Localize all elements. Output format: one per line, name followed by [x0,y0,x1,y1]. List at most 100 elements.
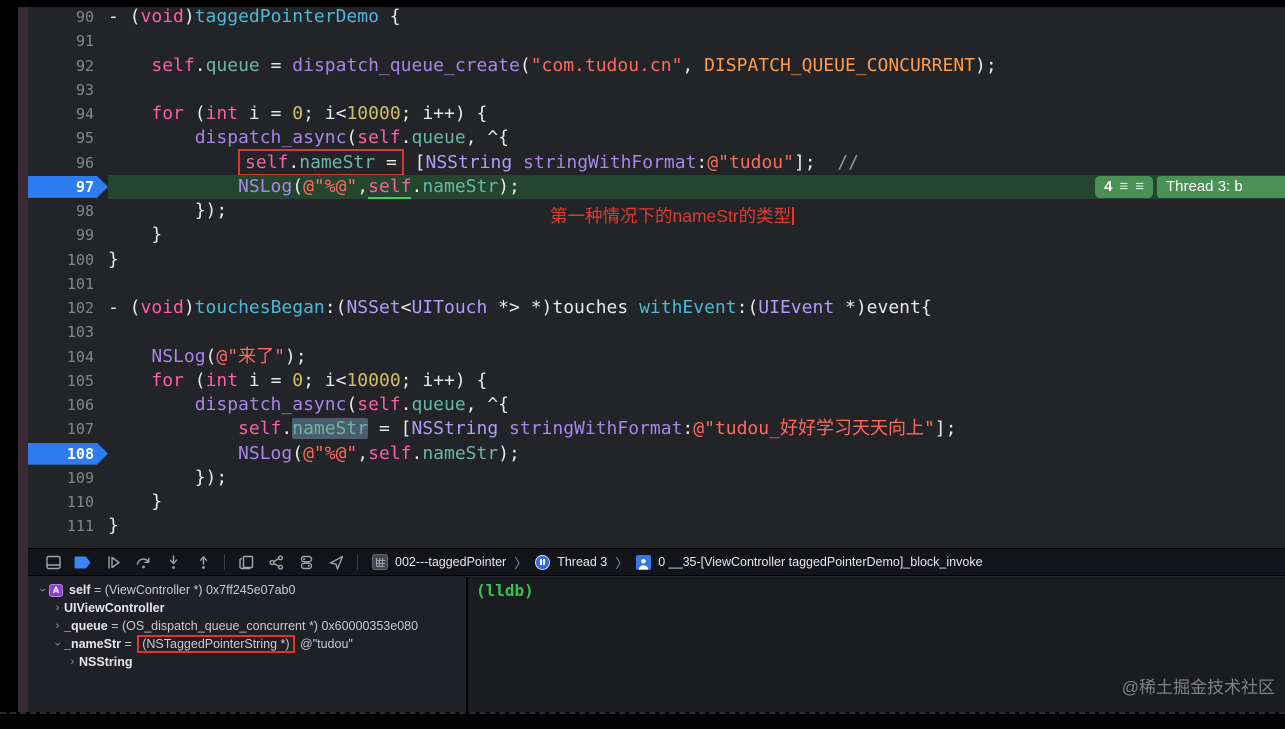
code-token: @"%@" [303,175,358,197]
code-line: 92 self.queue = dispatch_queue_create("c… [28,54,1285,78]
code-lines: 90- (void)taggedPointerDemo {91 92 self.q… [28,5,1285,539]
line-number[interactable]: 106 [28,394,108,416]
line-number[interactable]: 99 [28,224,108,246]
code-token: stringWithFormat [509,418,683,440]
step-out-button[interactable] [188,550,218,574]
line-number[interactable]: 98 [28,200,108,222]
code-token: - ( [108,297,141,319]
line-number[interactable]: 101 [28,273,108,295]
line-number[interactable]: 107 [28,418,108,440]
jump-bar-process[interactable]: 002---taggedPointer [395,555,506,569]
chevron-expanded-icon[interactable]: › [37,584,49,597]
chevron-collapsed-icon[interactable]: › [51,602,64,614]
breakpoints-toggle-button[interactable] [68,550,98,574]
line-number[interactable]: 100 [28,249,108,271]
code-token: queue [205,54,260,76]
line-number[interactable]: 96 [28,152,108,174]
code-token: }); [108,200,228,222]
step-over-button[interactable] [128,550,158,574]
hamburger-icon: ≡ [1119,178,1129,196]
code-line-content: self.nameStr = [NSString stringWithForma… [108,417,1285,441]
code-line-content: - (void)taggedPointerDemo { [108,5,1285,29]
code-token: @"来了" [216,345,285,367]
debug-view-hierarchy-button[interactable] [231,550,261,574]
step-into-button[interactable] [158,550,188,574]
console-view[interactable]: (lldb) @稀土掘金技术社区 [468,577,1285,712]
code-token: touchesBegan [194,297,325,319]
variable-row[interactable]: › _nameStr = (NSTaggedPointerString *) @"… [28,635,466,653]
code-token: dispatch_queue_create [292,54,520,76]
code-token: < [400,297,412,319]
line-number[interactable]: 102 [28,297,108,319]
code-token: , [682,54,705,76]
thread-breakpoint-label[interactable]: Thread 3: b [1157,175,1285,198]
line-number[interactable]: 105 [28,370,108,392]
code-token: ( [346,394,358,416]
breakpoint-indicator[interactable]: 97 [28,175,108,198]
code-token: ]; [793,151,838,173]
variable-row[interactable]: › UIViewController [28,599,466,617]
code-token: ; i++) { [400,103,488,125]
code-token: dispatch_async [194,127,347,149]
variable-row[interactable]: › _queue = (OS_dispatch_queue_concurrent … [28,617,466,635]
red-highlight-box: self.nameStr = [238,148,404,176]
line-number[interactable]: 92 [28,55,108,77]
variables-view[interactable]: › Aself = (ViewController *) 0x7ff245e07a… [28,577,466,712]
code-token: self [368,442,412,464]
memory-graph-button[interactable] [261,550,291,574]
code-line: 100} [28,248,1285,272]
code-token: 10000 [346,369,401,391]
code-line: 109 }); [28,466,1285,490]
code-line: 97 NSLog(@"%@",self.nameStr); 4 ≡ ≡ Thread 3… [28,174,1285,199]
thread-count-badge[interactable]: 4 ≡ ≡ [1095,175,1153,198]
code-line-content: } [108,514,1285,538]
code-line: 91 [28,29,1285,53]
jump-bar-thread[interactable]: Thread 3 [557,555,607,569]
chevron-collapsed-icon[interactable]: › [51,620,64,632]
simulate-location-button[interactable] [321,550,351,574]
code-token: : [682,418,694,440]
environment-overrides-button[interactable] [291,550,321,574]
continue-button[interactable] [98,550,128,574]
line-number[interactable]: 91 [28,30,108,52]
chevron-right-icon: 〉 [514,555,528,571]
line-number[interactable]: 104 [28,346,108,368]
jump-bar-frame[interactable]: 0 __35-[ViewController taggedPointerDemo… [658,555,982,569]
code-token: dispatch_async [194,394,347,416]
line-number[interactable]: 111 [28,515,108,537]
code-line: 106 dispatch_async(self.queue, ^{ [28,393,1285,417]
app-icon[interactable] [372,554,388,570]
code-token: ) [183,6,195,28]
chevron-collapsed-icon[interactable]: › [66,656,79,668]
code-line: 105 for (int i = 0; i<10000; i++) { [28,369,1285,393]
line-number[interactable]: 94 [28,103,108,125]
breakpoint-indicator[interactable]: 108 [28,442,108,465]
code-token: . [281,418,293,440]
variable-row[interactable]: › NSString [28,653,466,671]
variable-row[interactable]: › Aself = (ViewController *) 0x7ff245e07a… [28,581,466,599]
code-token: NSString [425,151,513,173]
xcode-window: 90- (void)taggedPointerDemo {91 92 self.q… [0,0,1285,729]
line-number[interactable]: 109 [28,467,108,489]
debug-jump-bar: 002---taggedPointer 〉 Thread 3 〉 0 __35-… [372,553,983,572]
code-line-content: - (void)touchesBegan:(NSSet<UITouch *> *… [108,296,1285,320]
code-token: , ^{ [465,127,510,149]
exec-line-badges: 4 ≡ ≡ Thread 3: b [1095,175,1285,198]
line-number[interactable]: 93 [28,79,108,101]
code-token: : [696,151,708,173]
code-token: . [411,175,423,197]
code-line-content: }); [108,466,1285,490]
code-line: 90- (void)taggedPointerDemo { [28,5,1285,29]
source-editor[interactable]: 90- (void)taggedPointerDemo {91 92 self.q… [28,0,1285,548]
hide-debug-area-button[interactable] [38,550,68,574]
chevron-right-icon: 〉 [615,555,629,571]
code-token: NSSet [346,297,401,319]
chevron-expanded-icon[interactable]: › [52,638,64,651]
line-number[interactable]: 110 [28,491,108,513]
code-line: 104 NSLog(@"来了"); [28,345,1285,369]
line-number[interactable]: 103 [28,321,108,343]
line-number[interactable]: 90 [28,6,108,28]
line-number[interactable]: 95 [28,127,108,149]
